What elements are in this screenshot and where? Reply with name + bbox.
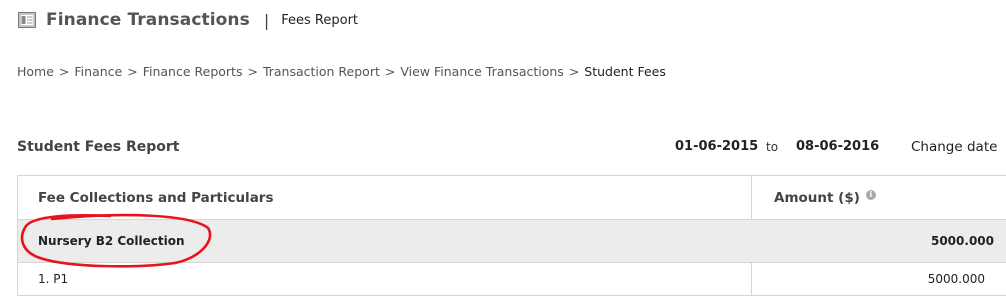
receipt-icon: [18, 12, 36, 28]
breadcrumb-separator: >: [568, 64, 580, 79]
particular-name: 1. P1: [18, 263, 752, 295]
breadcrumb-separator: >: [127, 64, 138, 79]
breadcrumb-separator: >: [247, 64, 258, 79]
page-header: Finance Transactions | Fees Report: [18, 8, 358, 32]
title-separator: |: [263, 10, 270, 30]
breadcrumb-home[interactable]: Home: [17, 64, 54, 79]
particular-amount: 5000.000: [927, 272, 985, 286]
column-header-amount: Amount ($) i: [752, 176, 1006, 219]
date-to-label: to: [766, 140, 779, 154]
report-title: Student Fees Report: [17, 139, 180, 155]
breadcrumb-view-finance-transactions[interactable]: View Finance Transactions: [400, 64, 563, 79]
breadcrumb-separator: >: [58, 64, 70, 79]
collection-group-row[interactable]: Nursery B2 Collection 5000.000: [17, 220, 1006, 263]
fees-table: Fee Collections and Particulars Amount (…: [17, 175, 1006, 296]
column-header-particulars: Fee Collections and Particulars: [18, 176, 752, 219]
page-subtitle: Fees Report: [281, 12, 359, 28]
breadcrumb-current: Student Fees: [584, 64, 666, 79]
breadcrumb-separator: >: [384, 64, 396, 79]
column-header-amount-label: Amount ($): [774, 189, 860, 206]
collection-name: Nursery B2 Collection: [38, 234, 185, 248]
page-title: Finance Transactions: [46, 10, 250, 30]
breadcrumb-finance[interactable]: Finance: [74, 64, 122, 79]
table-header-row: Fee Collections and Particulars Amount (…: [17, 176, 1006, 220]
date-to: 08-06-2016: [796, 139, 880, 154]
breadcrumb-transaction-report[interactable]: Transaction Report: [263, 64, 380, 79]
breadcrumb: Home > Finance > Finance Reports > Transaction…: [17, 64, 666, 79]
date-from: 01-06-2015: [675, 139, 759, 154]
collection-amount: 5000.000: [930, 234, 994, 248]
breadcrumb-finance-reports[interactable]: Finance Reports: [143, 64, 243, 79]
info-icon[interactable]: i: [865, 189, 876, 200]
table-row: 1. P1 5000.000: [17, 263, 1006, 296]
change-date-link[interactable]: Change date: [911, 139, 997, 155]
